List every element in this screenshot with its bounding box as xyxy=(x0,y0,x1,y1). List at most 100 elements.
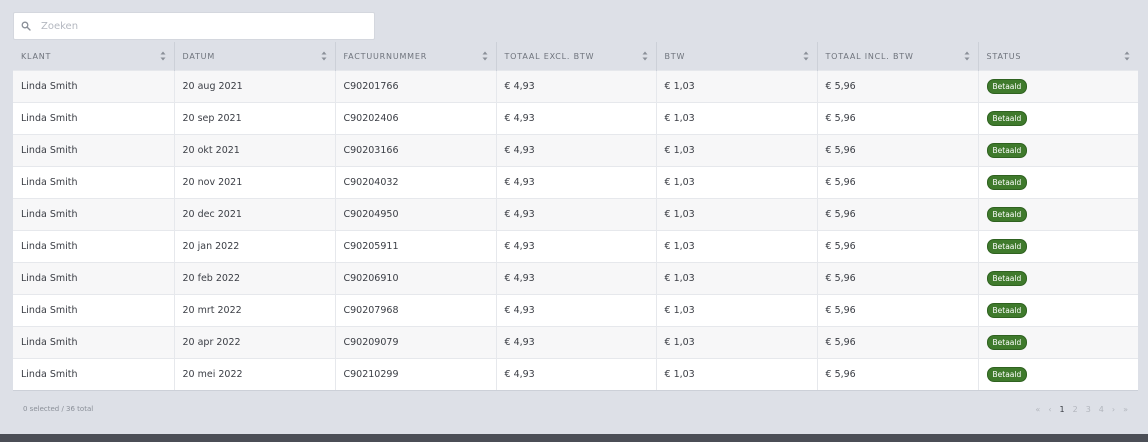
column-header-totaal-incl-btw[interactable]: TOTAAL INCL. BTW xyxy=(816,42,978,71)
cell-klant: Linda Smith xyxy=(13,326,174,359)
column-header-label: STATUS xyxy=(986,51,1022,61)
cell-datum: 20 feb 2022 xyxy=(173,262,335,295)
selection-count: 0 selected / 36 total xyxy=(23,405,94,413)
cell-btw: € 1,03 xyxy=(655,70,817,103)
cell-status: Betaald xyxy=(977,166,1138,199)
table-row[interactable]: Linda Smith 20 aug 2021 C90201766 € 4,93 € 1… xyxy=(13,70,1138,103)
cell-btw: € 1,03 xyxy=(655,262,817,295)
sort-icon[interactable] xyxy=(803,51,809,61)
cell-totaal-incl-btw: € 5,96 xyxy=(816,294,978,327)
cell-klant: Linda Smith xyxy=(13,70,174,103)
table-row[interactable]: Linda Smith 20 nov 2021 C90204032 € 4,93 € 1… xyxy=(13,166,1138,199)
cell-totaal-excl-btw: € 4,93 xyxy=(495,294,656,327)
status-badge: Betaald xyxy=(986,271,1028,286)
column-header-btw[interactable]: BTW xyxy=(655,42,817,71)
table-row[interactable]: Linda Smith 20 sep 2021 C90202406 € 4,93 € 1… xyxy=(13,102,1138,135)
column-header-label: TOTAAL EXCL. BTW xyxy=(504,51,595,61)
sort-icon[interactable] xyxy=(642,51,648,61)
cell-factuurnummer: C90201766 xyxy=(334,70,496,103)
next-page-button[interactable]: › xyxy=(1112,405,1115,414)
cell-btw: € 1,03 xyxy=(655,358,817,390)
column-header-label: BTW xyxy=(664,51,686,61)
column-header-label: TOTAAL INCL. BTW xyxy=(825,51,914,61)
cell-totaal-excl-btw: € 4,93 xyxy=(495,326,656,359)
column-header-klant[interactable]: KLANT xyxy=(13,42,174,71)
status-badge: Betaald xyxy=(986,335,1028,350)
cell-datum: 20 okt 2021 xyxy=(173,134,335,167)
cell-factuurnummer: C90207968 xyxy=(334,294,496,327)
cell-status: Betaald xyxy=(977,326,1138,359)
pagination: « ‹ 1 2 3 4 › » xyxy=(1035,405,1128,414)
page-button-2[interactable]: 2 xyxy=(1073,405,1078,414)
cell-btw: € 1,03 xyxy=(655,326,817,359)
cell-klant: Linda Smith xyxy=(13,294,174,327)
cell-factuurnummer: C90204950 xyxy=(334,198,496,231)
cell-totaal-excl-btw: € 4,93 xyxy=(495,358,656,390)
cell-klant: Linda Smith xyxy=(13,102,174,135)
cell-datum: 20 jan 2022 xyxy=(173,230,335,263)
search-field[interactable] xyxy=(13,12,375,40)
table-row[interactable]: Linda Smith 20 dec 2021 C90204950 € 4,93 € 1… xyxy=(13,198,1138,231)
column-header-label: DATUM xyxy=(182,51,216,61)
cell-status: Betaald xyxy=(977,358,1138,390)
cell-totaal-incl-btw: € 5,96 xyxy=(816,198,978,231)
cell-btw: € 1,03 xyxy=(655,134,817,167)
cell-klant: Linda Smith xyxy=(13,198,174,231)
last-page-button[interactable]: » xyxy=(1123,405,1128,414)
table-row[interactable]: Linda Smith 20 mei 2022 C90210299 € 4,93 € 1… xyxy=(13,358,1138,390)
sort-icon[interactable] xyxy=(964,51,970,61)
cell-btw: € 1,03 xyxy=(655,102,817,135)
column-header-factuurnummer[interactable]: FACTUURNUMMER xyxy=(334,42,496,71)
table-row[interactable]: Linda Smith 20 jan 2022 C90205911 € 4,93 € 1… xyxy=(13,230,1138,263)
cell-datum: 20 dec 2021 xyxy=(173,198,335,231)
prev-page-button[interactable]: ‹ xyxy=(1048,405,1051,414)
cell-totaal-incl-btw: € 5,96 xyxy=(816,134,978,167)
cell-totaal-excl-btw: € 4,93 xyxy=(495,262,656,295)
cell-datum: 20 nov 2021 xyxy=(173,166,335,199)
cell-factuurnummer: C90210299 xyxy=(334,358,496,390)
status-badge: Betaald xyxy=(986,207,1028,222)
cell-factuurnummer: C90206910 xyxy=(334,262,496,295)
cell-totaal-incl-btw: € 5,96 xyxy=(816,262,978,295)
cell-klant: Linda Smith xyxy=(13,134,174,167)
cell-datum: 20 mrt 2022 xyxy=(173,294,335,327)
cell-status: Betaald xyxy=(977,134,1138,167)
status-badge: Betaald xyxy=(986,303,1028,318)
page-button-1[interactable]: 1 xyxy=(1060,405,1065,414)
table-row[interactable]: Linda Smith 20 feb 2022 C90206910 € 4,93 € 1… xyxy=(13,262,1138,295)
column-header-totaal-excl-btw[interactable]: TOTAAL EXCL. BTW xyxy=(495,42,656,71)
cell-status: Betaald xyxy=(977,70,1138,103)
cell-factuurnummer: C90202406 xyxy=(334,102,496,135)
cell-totaal-incl-btw: € 5,96 xyxy=(816,102,978,135)
table-row[interactable]: Linda Smith 20 mrt 2022 C90207968 € 4,93 € 1… xyxy=(13,294,1138,327)
column-header-status[interactable]: STATUS xyxy=(977,42,1138,71)
first-page-button[interactable]: « xyxy=(1035,405,1040,414)
column-header-label: KLANT xyxy=(21,51,52,61)
cell-status: Betaald xyxy=(977,294,1138,327)
status-badge: Betaald xyxy=(986,367,1028,382)
cell-btw: € 1,03 xyxy=(655,198,817,231)
page-button-4[interactable]: 4 xyxy=(1099,405,1104,414)
cell-klant: Linda Smith xyxy=(13,358,174,390)
column-header-datum[interactable]: DATUM xyxy=(173,42,335,71)
table-row[interactable]: Linda Smith 20 apr 2022 C90209079 € 4,93 € 1… xyxy=(13,326,1138,359)
cell-totaal-excl-btw: € 4,93 xyxy=(495,198,656,231)
cell-klant: Linda Smith xyxy=(13,230,174,263)
cell-totaal-excl-btw: € 4,93 xyxy=(495,166,656,199)
status-badge: Betaald xyxy=(986,143,1028,158)
cell-totaal-incl-btw: € 5,96 xyxy=(816,358,978,390)
cell-status: Betaald xyxy=(977,102,1138,135)
search-icon xyxy=(21,21,35,31)
cell-btw: € 1,03 xyxy=(655,294,817,327)
table-row[interactable]: Linda Smith 20 okt 2021 C90203166 € 4,93 € 1… xyxy=(13,134,1138,167)
page-button-3[interactable]: 3 xyxy=(1086,405,1091,414)
sort-icon[interactable] xyxy=(160,51,166,61)
sort-icon[interactable] xyxy=(1124,51,1130,61)
sort-icon[interactable] xyxy=(482,51,488,61)
search-input[interactable] xyxy=(41,20,361,32)
cell-totaal-incl-btw: € 5,96 xyxy=(816,230,978,263)
status-badge: Betaald xyxy=(986,175,1028,190)
cell-status: Betaald xyxy=(977,198,1138,231)
cell-datum: 20 apr 2022 xyxy=(173,326,335,359)
sort-icon[interactable] xyxy=(321,51,327,61)
